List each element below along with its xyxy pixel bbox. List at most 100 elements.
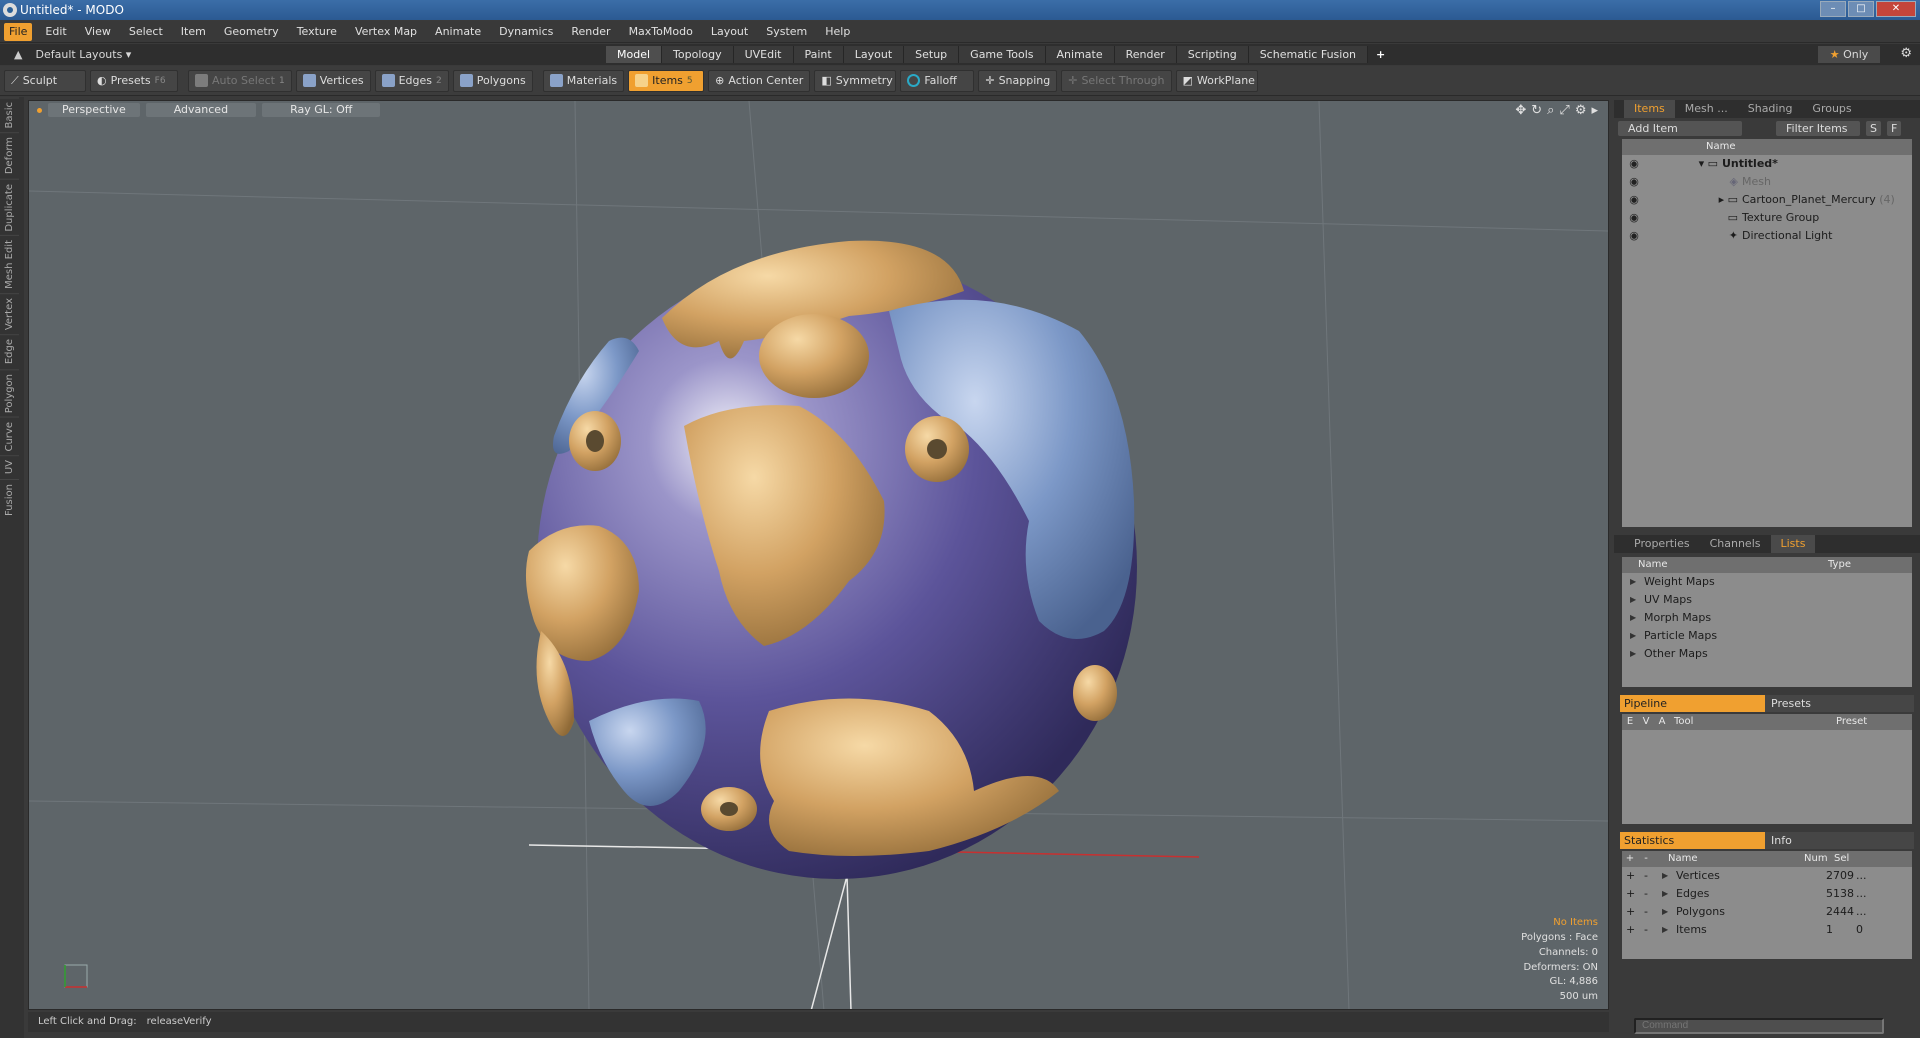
- list-item[interactable]: ▶ UV Maps: [1622, 591, 1912, 609]
- tab-mesh[interactable]: Mesh ...: [1675, 100, 1738, 118]
- layouts-dropdown[interactable]: Default Layouts ▾: [36, 48, 132, 61]
- polygons-button[interactable]: Polygons: [452, 69, 533, 92]
- auto-select-button[interactable]: Auto Select 1: [188, 69, 292, 92]
- list-item[interactable]: ▶ Particle Maps: [1622, 627, 1912, 645]
- expand-arrow-icon[interactable]: ▶: [1630, 609, 1644, 627]
- menu-animate[interactable]: Animate: [426, 21, 490, 43]
- snapping-button[interactable]: ✛ Snapping: [978, 69, 1058, 92]
- tab-lists[interactable]: Lists: [1770, 535, 1816, 553]
- raygl-dropdown[interactable]: Ray GL: Off: [262, 103, 381, 117]
- viewport-options-dot[interactable]: [37, 107, 42, 113]
- tab-scripting[interactable]: Scripting: [1176, 46, 1249, 63]
- select-through-button[interactable]: ✛ Select Through: [1061, 69, 1172, 92]
- vtab-vertex[interactable]: Vertex: [0, 293, 19, 335]
- maximize-button[interactable]: □: [1848, 1, 1874, 17]
- tab-game-tools[interactable]: Game Tools: [959, 46, 1046, 63]
- tab-properties[interactable]: Properties: [1624, 535, 1700, 553]
- tab-pipeline[interactable]: Pipeline: [1620, 695, 1765, 712]
- expand-arrow-icon[interactable]: ▶: [1630, 627, 1644, 645]
- tree-row-texture-group[interactable]: ◉ ▭ Texture Group: [1622, 209, 1912, 227]
- tab-render[interactable]: Render: [1114, 46, 1177, 63]
- rotate-icon[interactable]: ↻: [1531, 103, 1542, 118]
- tab-layout[interactable]: Layout: [843, 46, 905, 63]
- table-row[interactable]: + - ▶ Items 1 0: [1622, 921, 1912, 939]
- minimize-button[interactable]: –: [1820, 1, 1846, 17]
- tab-model[interactable]: Model: [606, 46, 663, 63]
- tab-schematic-fusion[interactable]: Schematic Fusion: [1248, 46, 1369, 63]
- vtab-deform[interactable]: Deform: [0, 132, 19, 179]
- view-dropdown[interactable]: Perspective: [48, 103, 140, 117]
- vtab-basic[interactable]: Basic: [0, 97, 19, 133]
- vtab-uv[interactable]: UV: [0, 455, 19, 479]
- visibility-eye-icon[interactable]: ◉: [1622, 209, 1646, 227]
- menu-edit[interactable]: Edit: [36, 21, 75, 43]
- menu-system[interactable]: System: [757, 21, 816, 43]
- tree-row-mesh[interactable]: ◉ ◈ Mesh: [1622, 173, 1912, 191]
- tree-row-planet[interactable]: ◉ ▸ ▭ Cartoon_Planet_Mercury (4): [1622, 191, 1912, 209]
- table-row[interactable]: + - ▶ Polygons 2444...: [1622, 903, 1912, 921]
- tab-statistics[interactable]: Statistics: [1620, 832, 1765, 849]
- visibility-eye-icon[interactable]: ◉: [1622, 155, 1646, 173]
- tab-setup[interactable]: Setup: [904, 46, 960, 63]
- list-item[interactable]: ▶ Weight Maps: [1622, 573, 1912, 591]
- falloff-button[interactable]: Falloff: [900, 69, 975, 92]
- tree-row-scene[interactable]: ◉ ▾ ▭ Untitled*: [1622, 155, 1912, 173]
- items-button[interactable]: Items 5: [628, 69, 705, 92]
- menu-texture[interactable]: Texture: [288, 21, 346, 43]
- menu-dynamics[interactable]: Dynamics: [490, 21, 562, 43]
- tree-row-light[interactable]: ◉ ✦ Directional Light: [1622, 227, 1912, 245]
- tab-items[interactable]: Items: [1624, 100, 1675, 118]
- menu-item[interactable]: Item: [172, 21, 215, 43]
- menu-select[interactable]: Select: [120, 21, 172, 43]
- table-row[interactable]: + - ▶ Edges 5138...: [1622, 885, 1912, 903]
- visibility-eye-icon[interactable]: ◉: [1622, 191, 1646, 209]
- menu-layout[interactable]: Layout: [702, 21, 757, 43]
- vtab-polygon[interactable]: Polygon: [0, 368, 19, 417]
- remove-from-selection-icon[interactable]: -: [1644, 921, 1662, 939]
- viewport-3d[interactable]: Perspective Advanced Ray GL: Off ✥ ↻ ⌕ ⤢…: [28, 100, 1609, 1010]
- f-button[interactable]: F: [1886, 121, 1902, 136]
- tab-info[interactable]: Info: [1765, 832, 1792, 849]
- menu-geometry[interactable]: Geometry: [215, 21, 288, 43]
- vtab-edge[interactable]: Edge: [0, 334, 19, 369]
- edges-button[interactable]: Edges 2: [374, 69, 449, 92]
- menu-render[interactable]: Render: [562, 21, 619, 43]
- tab-presets[interactable]: Presets: [1765, 695, 1811, 712]
- add-item-button[interactable]: Add Item: [1618, 121, 1742, 136]
- zoom-icon[interactable]: ⌕: [1547, 103, 1554, 118]
- add-to-selection-icon[interactable]: +: [1626, 903, 1644, 921]
- gear-icon[interactable]: ⚙: [1900, 46, 1912, 61]
- visibility-eye-icon[interactable]: ◉: [1622, 227, 1646, 245]
- expand-arrow-icon[interactable]: ▶: [1662, 867, 1676, 885]
- add-tab-icon[interactable]: +: [1368, 46, 1393, 63]
- table-row[interactable]: + - ▶ Vertices 2709...: [1622, 867, 1912, 885]
- list-item[interactable]: ▶ Other Maps: [1622, 645, 1912, 663]
- action-center-button[interactable]: ⊕ Action Center: [708, 69, 811, 92]
- s-button[interactable]: S: [1866, 121, 1881, 136]
- vertices-button[interactable]: Vertices: [295, 69, 371, 92]
- symmetry-button[interactable]: ◧ Symmetry: [814, 69, 897, 92]
- tab-paint[interactable]: Paint: [793, 46, 844, 63]
- filter-items-button[interactable]: Filter Items: [1776, 121, 1860, 136]
- add-to-selection-icon[interactable]: +: [1626, 921, 1644, 939]
- add-to-selection-icon[interactable]: +: [1626, 867, 1644, 885]
- vtab-curve[interactable]: Curve: [0, 416, 19, 456]
- expand-arrow-icon[interactable]: ▶: [1630, 591, 1644, 609]
- vtab-mesh-edit[interactable]: Mesh Edit: [0, 235, 19, 294]
- vtab-duplicate[interactable]: Duplicate: [0, 178, 19, 236]
- expand-arrow-icon[interactable]: ▶: [1630, 645, 1644, 663]
- tab-animate[interactable]: Animate: [1045, 46, 1115, 63]
- close-button[interactable]: ✕: [1876, 1, 1916, 17]
- list-item[interactable]: ▶ Morph Maps: [1622, 609, 1912, 627]
- tab-uvedit[interactable]: UVEdit: [733, 46, 794, 63]
- remove-from-selection-icon[interactable]: -: [1644, 885, 1662, 903]
- presets-button[interactable]: ◐ Presets F6: [90, 69, 178, 92]
- layout-pin-icon[interactable]: ▲: [14, 44, 24, 61]
- remove-from-selection-icon[interactable]: -: [1644, 903, 1662, 921]
- tab-groups[interactable]: Groups: [1802, 100, 1861, 118]
- expand-arrow-icon[interactable]: ▶: [1662, 903, 1676, 921]
- style-dropdown[interactable]: Advanced: [145, 103, 257, 117]
- remove-from-selection-icon[interactable]: -: [1644, 867, 1662, 885]
- add-to-selection-icon[interactable]: +: [1626, 885, 1644, 903]
- tab-channels[interactable]: Channels: [1700, 535, 1771, 553]
